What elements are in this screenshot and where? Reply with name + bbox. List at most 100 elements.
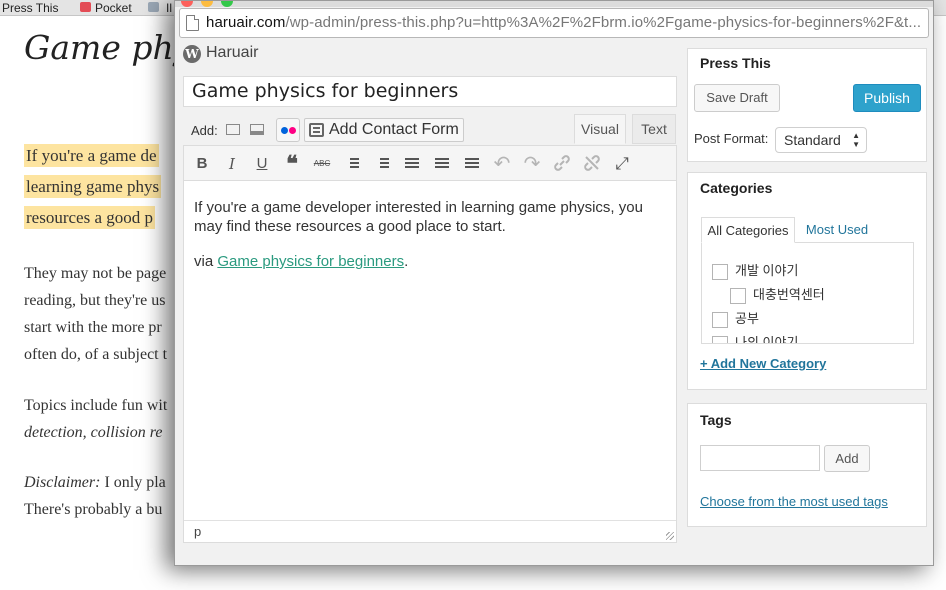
zoom-window-button[interactable] xyxy=(221,1,233,7)
article-line: often do, of a subject t xyxy=(24,346,168,363)
wordpress-logo-icon: W xyxy=(183,45,201,63)
category-checkbox[interactable] xyxy=(730,287,746,304)
category-checkbox[interactable] xyxy=(712,335,728,343)
bookmark-pocket[interactable]: Pocket xyxy=(95,1,132,15)
save-draft-button[interactable]: Save Draft xyxy=(694,84,780,112)
publish-button[interactable]: Publish xyxy=(853,84,921,112)
contact-form-icon xyxy=(309,123,324,137)
url-text[interactable]: haruair.com/wp-admin/press-this.php?u=ht… xyxy=(206,14,926,31)
resize-handle-icon[interactable] xyxy=(666,532,674,540)
press-this-window: haruair.com/wp-admin/press-this.php?u=ht… xyxy=(174,0,934,566)
category-checkbox[interactable] xyxy=(712,263,728,280)
disclaimer-text: I only pla xyxy=(100,474,166,491)
via-prefix: via xyxy=(194,253,218,270)
bookmark-press-this[interactable]: Press This xyxy=(2,1,58,15)
article-line: Topics include fun wit xyxy=(24,397,168,414)
category-checkbox[interactable] xyxy=(712,311,728,328)
bold-button[interactable]: B xyxy=(192,154,212,174)
undo-button[interactable]: ↶ xyxy=(492,154,512,174)
publish-box: Press This Save Draft Publish Post Forma… xyxy=(687,48,927,162)
article-highlight-line: If you're a game de xyxy=(24,144,159,167)
add-new-category-link[interactable]: + Add New Category xyxy=(700,356,826,371)
editor-content[interactable]: If you're a game developer interested in… xyxy=(194,198,664,287)
article-line: Disclaimer: I only pla xyxy=(24,474,166,492)
article-highlight-line: learning game phys xyxy=(24,175,162,198)
site-name[interactable]: Haruair xyxy=(206,44,258,62)
bullet-list-icon[interactable] xyxy=(342,154,362,174)
add-contact-form-button[interactable]: Add Contact Form xyxy=(304,118,464,142)
article-line: reading, but they're us xyxy=(24,292,166,309)
add-media-label: Add: xyxy=(191,123,218,138)
disclaimer-label: Disclaimer: xyxy=(24,474,101,491)
add-tag-button[interactable]: Add xyxy=(824,445,870,472)
flickr-button[interactable] xyxy=(276,118,300,142)
tags-box-title: Tags xyxy=(700,412,732,428)
underline-button[interactable]: U xyxy=(252,154,272,174)
highlight-text: If you're a game de xyxy=(24,144,159,167)
category-label: 대충번역센터 xyxy=(753,287,825,302)
tab-most-used[interactable]: Most Used xyxy=(800,217,874,243)
publish-box-title: Press This xyxy=(700,55,771,71)
post-body: If you're a game developer interested in… xyxy=(194,199,643,235)
post-editor[interactable]: B I U ❝ ABC ↶ ↷ ⤢ If you're a game devel… xyxy=(183,145,677,543)
most-used-tags-link[interactable]: Choose from the most used tags xyxy=(700,494,888,509)
category-item[interactable]: 개발 이야기 xyxy=(712,260,798,280)
editor-toolbar: B I U ❝ ABC ↶ ↷ ⤢ xyxy=(184,146,676,181)
add-video-icon[interactable] xyxy=(250,124,264,135)
post-title-input[interactable]: Game physics for beginners xyxy=(183,76,677,107)
post-format-label: Post Format: xyxy=(694,131,769,146)
select-arrows-icon: ▲ ▼ xyxy=(852,131,860,149)
article-highlight-line: resources a good p xyxy=(24,206,155,229)
flickr-blue-dot-icon xyxy=(281,127,288,134)
post-format-select[interactable]: Standard ▲ ▼ xyxy=(775,127,867,153)
tab-text[interactable]: Text xyxy=(632,114,676,144)
url-path: /wp-admin/press-this.php?u=http%3A%2F%2F… xyxy=(285,14,922,31)
minimize-window-button[interactable] xyxy=(201,1,213,7)
url-domain: haruair.com xyxy=(206,14,286,31)
insert-link-icon[interactable] xyxy=(552,154,572,174)
via-suffix: . xyxy=(404,253,409,270)
tab-visual[interactable]: Visual xyxy=(574,114,626,144)
article-line: detection, collision re xyxy=(24,424,163,441)
bookmark-folder[interactable]: Il xyxy=(166,1,172,15)
pocket-icon xyxy=(80,2,91,12)
category-item[interactable]: 대충번역센터 xyxy=(730,284,825,304)
tags-box: Tags Add Choose from the most used tags xyxy=(687,403,927,527)
align-right-icon[interactable] xyxy=(462,154,482,174)
tag-input[interactable] xyxy=(700,445,820,471)
article-line: They may not be page xyxy=(24,265,167,282)
italic-button[interactable]: I xyxy=(222,154,242,174)
editor-path-bar: p xyxy=(184,520,676,542)
contact-form-label: Add Contact Form xyxy=(329,121,459,138)
highlight-text: resources a good p xyxy=(24,206,155,229)
element-path[interactable]: p xyxy=(194,524,201,539)
numbered-list-icon[interactable] xyxy=(372,154,392,174)
highlight-text: learning game phys xyxy=(24,175,162,198)
source-link[interactable]: Game physics for beginners xyxy=(217,253,404,270)
folder-icon xyxy=(148,2,159,12)
post-format-value: Standard xyxy=(784,132,841,148)
category-label: 개발 이야기 xyxy=(735,263,799,278)
align-center-icon[interactable] xyxy=(432,154,452,174)
address-bar[interactable]: haruair.com/wp-admin/press-this.php?u=ht… xyxy=(179,8,929,38)
category-label: 나의 이야기 xyxy=(735,335,799,344)
window-titlebar xyxy=(175,1,933,7)
categories-box: Categories All Categories Most Used 개발 이… xyxy=(687,172,927,390)
fullscreen-button[interactable]: ⤢ xyxy=(612,154,632,174)
categories-box-title: Categories xyxy=(700,180,773,196)
align-left-icon[interactable] xyxy=(402,154,422,174)
via-line: via Game physics for beginners. xyxy=(194,252,664,271)
unlink-icon[interactable] xyxy=(582,154,602,174)
category-checklist[interactable]: 개발 이야기 대충번역센터 공부 나의 이야기 xyxy=(701,242,914,344)
strikethrough-button[interactable]: ABC xyxy=(312,154,332,174)
page-icon xyxy=(186,15,199,31)
category-item[interactable]: 공부 xyxy=(712,308,759,328)
category-item[interactable]: 나의 이야기 xyxy=(712,332,799,344)
redo-button[interactable]: ↷ xyxy=(522,154,542,174)
article-line: start with the more pr xyxy=(24,319,162,336)
add-image-icon[interactable] xyxy=(226,124,240,135)
article-title: Game phy xyxy=(24,28,193,67)
tab-all-categories[interactable]: All Categories xyxy=(701,217,795,243)
close-window-button[interactable] xyxy=(181,1,193,7)
blockquote-button[interactable]: ❝ xyxy=(282,153,302,175)
